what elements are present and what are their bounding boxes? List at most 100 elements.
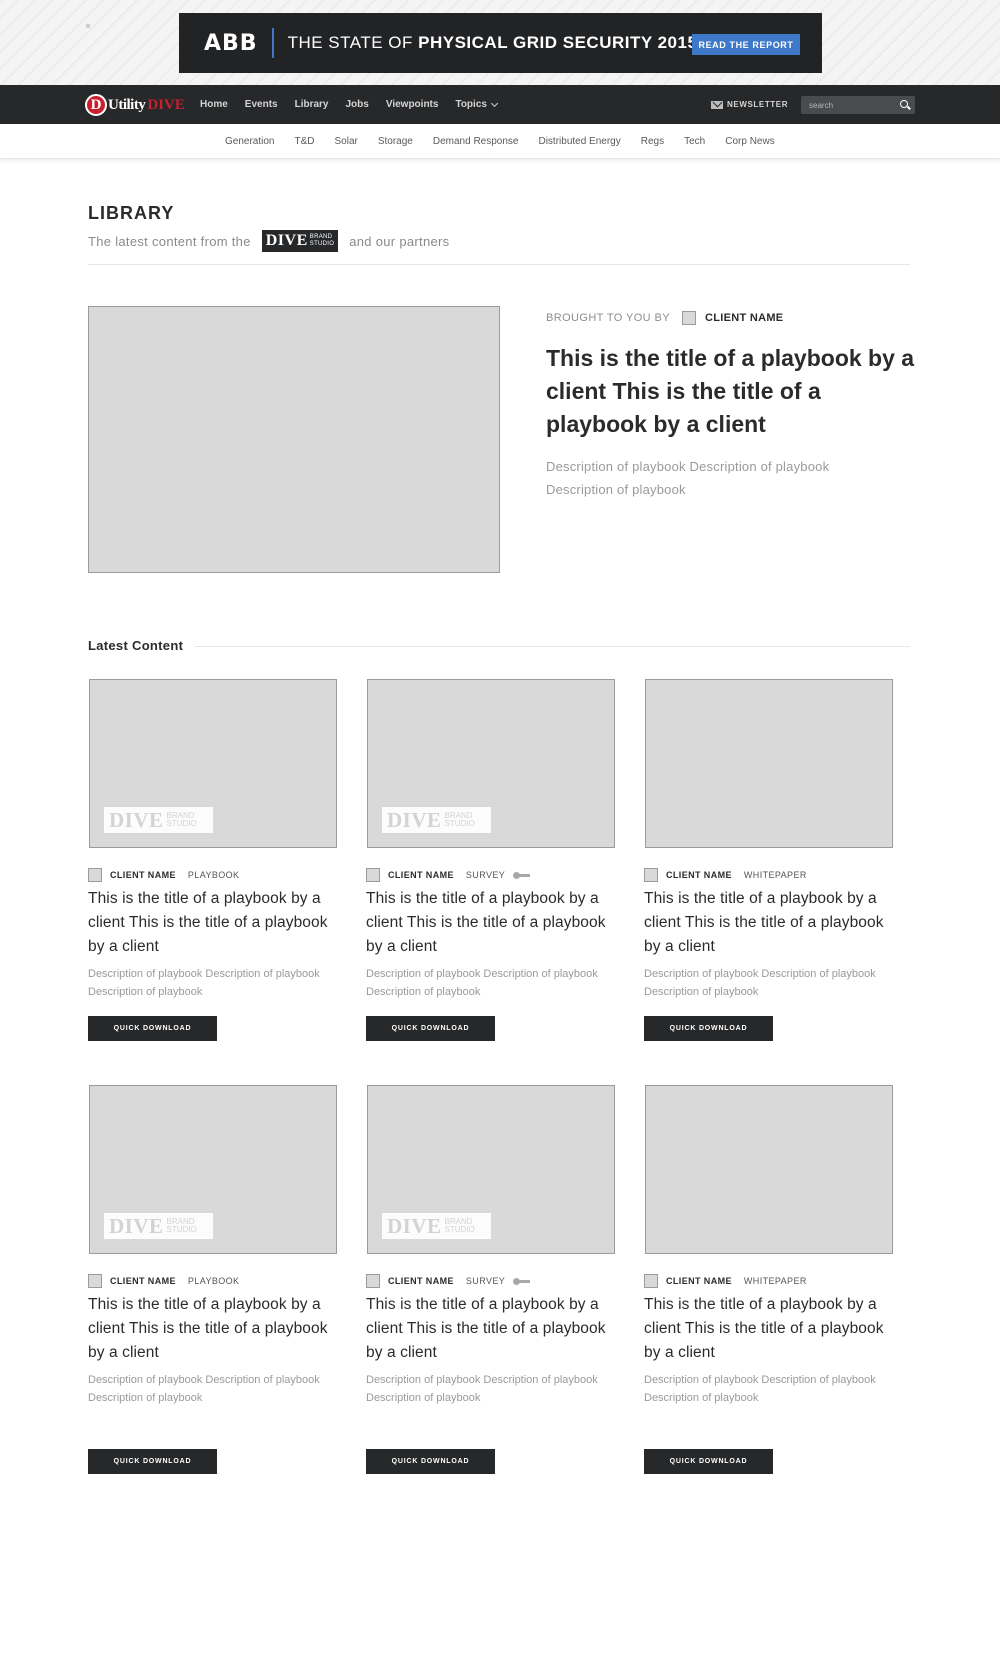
client-name: CLIENT NAME bbox=[704, 312, 784, 324]
card-content-type: SURVEY bbox=[465, 870, 506, 880]
dive-brand-studio-watermark: DIVE BRAND STUDIO bbox=[104, 807, 213, 833]
content-card: CLIENT NAME WHITEPAPER This is the title… bbox=[644, 679, 894, 1041]
search-input[interactable] bbox=[801, 100, 891, 110]
quick-download-button[interactable]: QUICK DOWNLOAD bbox=[366, 1449, 495, 1474]
card-title[interactable]: This is the title of a playbook by a cli… bbox=[88, 1293, 338, 1365]
subnav-t-and-d[interactable]: T&D bbox=[294, 136, 314, 147]
card-client-name: CLIENT NAME bbox=[388, 870, 454, 880]
page-title: LIBRARY bbox=[88, 203, 175, 223]
subnav-tech[interactable]: Tech bbox=[684, 136, 705, 147]
content-card: CLIENT NAME WHITEPAPER This is the title… bbox=[644, 1085, 894, 1474]
dive-brand-studio-watermark: DIVE BRAND STUDIO bbox=[382, 1213, 491, 1239]
nav-library[interactable]: Library bbox=[295, 99, 329, 110]
card-image[interactable]: DIVE BRAND STUDIO bbox=[89, 1085, 337, 1254]
subnav-solar[interactable]: Solar bbox=[334, 136, 357, 147]
card-title[interactable]: This is the title of a playbook by a cli… bbox=[366, 1293, 616, 1365]
content-card: DIVE BRAND STUDIO CLIENT NAME PLAYBOOK Th… bbox=[88, 679, 338, 1041]
card-client-name: CLIENT NAME bbox=[666, 1276, 732, 1286]
divider bbox=[195, 646, 910, 647]
card-description: Description of playbook Description of p… bbox=[644, 968, 876, 998]
nav-jobs[interactable]: Jobs bbox=[346, 99, 369, 110]
brought-to-you-label: BROUGHT TO YOU BY bbox=[546, 312, 670, 324]
topic-subnav: Generation T&D Solar Storage Demand Resp… bbox=[0, 124, 1000, 159]
card-content-type: PLAYBOOK bbox=[187, 870, 240, 880]
client-logo bbox=[644, 1274, 658, 1288]
card-content-type: PLAYBOOK bbox=[187, 1276, 240, 1286]
card-meta: CLIENT NAME PLAYBOOK bbox=[88, 868, 239, 882]
card-meta: CLIENT NAME WHITEPAPER bbox=[644, 868, 807, 882]
subnav-corp-news[interactable]: Corp News bbox=[725, 136, 774, 147]
read-report-button[interactable]: READ THE REPORT bbox=[692, 34, 800, 55]
card-image[interactable]: DIVE BRAND STUDIO bbox=[89, 679, 337, 848]
card-title[interactable]: This is the title of a playbook by a cli… bbox=[644, 887, 894, 959]
card-image[interactable]: DIVE BRAND STUDIO bbox=[367, 1085, 615, 1254]
watermark-bottom: STUDIO bbox=[166, 1225, 197, 1234]
card-meta: CLIENT NAME WHITEPAPER bbox=[644, 1274, 807, 1288]
watermark-bottom: STUDIO bbox=[166, 819, 197, 828]
ad-banner[interactable]: ABB THE STATE OF PHYSICAL GRID SECURITY … bbox=[179, 13, 822, 73]
watermark-small: BRAND STUDIO bbox=[445, 1218, 475, 1234]
dive-badge-small: BRAND STUDIO bbox=[310, 234, 334, 248]
client-logo bbox=[88, 868, 102, 882]
subnav-demand-response[interactable]: Demand Response bbox=[433, 136, 519, 147]
logo-dive-text: DIVE bbox=[147, 96, 185, 113]
dive-badge-bottom: STUDIO bbox=[309, 241, 335, 247]
content-card: DIVE BRAND STUDIO CLIENT NAME PLAYBOOK Th… bbox=[88, 1085, 338, 1474]
mail-icon bbox=[711, 100, 723, 109]
card-meta: CLIENT NAME SURVEY bbox=[366, 1274, 531, 1288]
card-image[interactable]: DIVE BRAND STUDIO bbox=[367, 679, 615, 848]
divider bbox=[88, 264, 910, 265]
nav-topics[interactable]: Topics bbox=[455, 99, 498, 110]
nav-topics-label: Topics bbox=[455, 99, 487, 110]
nav-home[interactable]: Home bbox=[200, 99, 228, 110]
card-client-name: CLIENT NAME bbox=[110, 870, 176, 880]
quick-download-button[interactable]: QUICK DOWNLOAD bbox=[366, 1016, 495, 1041]
chevron-down-icon bbox=[490, 99, 498, 107]
card-client-name: CLIENT NAME bbox=[110, 1276, 176, 1286]
watermark-word: DIVE bbox=[109, 1213, 164, 1238]
search-icon[interactable] bbox=[900, 100, 908, 108]
quick-download-button[interactable]: QUICK DOWNLOAD bbox=[88, 1016, 217, 1041]
latest-content-heading: Latest Content bbox=[88, 638, 184, 653]
card-client-name: CLIENT NAME bbox=[666, 870, 732, 880]
card-description: Description of playbook Description of p… bbox=[88, 968, 320, 998]
logo-utility-text: Utility bbox=[108, 96, 146, 113]
card-title[interactable]: This is the title of a playbook by a cli… bbox=[366, 887, 616, 959]
sponsor-line: BROUGHT TO YOU BY CLIENT NAME bbox=[546, 310, 783, 326]
client-logo bbox=[366, 1274, 380, 1288]
client-logo bbox=[366, 868, 380, 882]
card-title[interactable]: This is the title of a playbook by a cli… bbox=[88, 887, 338, 959]
client-logo bbox=[88, 1274, 102, 1288]
card-title[interactable]: This is the title of a playbook by a cli… bbox=[644, 1293, 894, 1365]
newsletter-link[interactable]: NEWSLETTER bbox=[711, 85, 788, 124]
ad-marker bbox=[86, 24, 90, 28]
featured-description: Description of playbook Description of p… bbox=[546, 459, 830, 497]
subnav-distributed-energy[interactable]: Distributed Energy bbox=[538, 136, 620, 147]
card-meta: CLIENT NAME SURVEY bbox=[366, 868, 531, 882]
subnav-storage[interactable]: Storage bbox=[378, 136, 413, 147]
nav-events[interactable]: Events bbox=[245, 99, 278, 110]
dive-badge-top: BRAND bbox=[309, 234, 333, 240]
subtitle-before: The latest content from the bbox=[88, 233, 251, 249]
quick-download-button[interactable]: QUICK DOWNLOAD bbox=[644, 1016, 773, 1041]
nav-viewpoints[interactable]: Viewpoints bbox=[386, 99, 439, 110]
ad-headline: THE STATE OF PHYSICAL GRID SECURITY 2015 bbox=[288, 33, 698, 53]
quick-download-button[interactable]: QUICK DOWNLOAD bbox=[644, 1449, 773, 1474]
client-logo bbox=[681, 311, 696, 325]
card-description: Description of playbook Description of p… bbox=[366, 1374, 598, 1404]
card-image[interactable] bbox=[645, 1085, 893, 1254]
card-content-type: WHITEPAPER bbox=[743, 1276, 807, 1286]
subnav-regs[interactable]: Regs bbox=[641, 136, 664, 147]
featured-title[interactable]: This is the title of a playbook by a cli… bbox=[546, 342, 916, 441]
subnav-generation[interactable]: Generation bbox=[225, 136, 274, 147]
dive-brand-studio-watermark: DIVE BRAND STUDIO bbox=[382, 807, 491, 833]
card-client-name: CLIENT NAME bbox=[388, 1276, 454, 1286]
key-icon bbox=[513, 871, 531, 879]
card-description: Description of playbook Description of p… bbox=[644, 1374, 876, 1404]
utility-dive-logo[interactable]: D Utility DIVE bbox=[85, 94, 185, 116]
logo-d-icon: D bbox=[85, 94, 107, 116]
quick-download-button[interactable]: QUICK DOWNLOAD bbox=[88, 1449, 217, 1474]
card-image[interactable] bbox=[645, 679, 893, 848]
featured-image[interactable] bbox=[88, 306, 500, 573]
subtitle-after: and our partners bbox=[349, 233, 450, 249]
